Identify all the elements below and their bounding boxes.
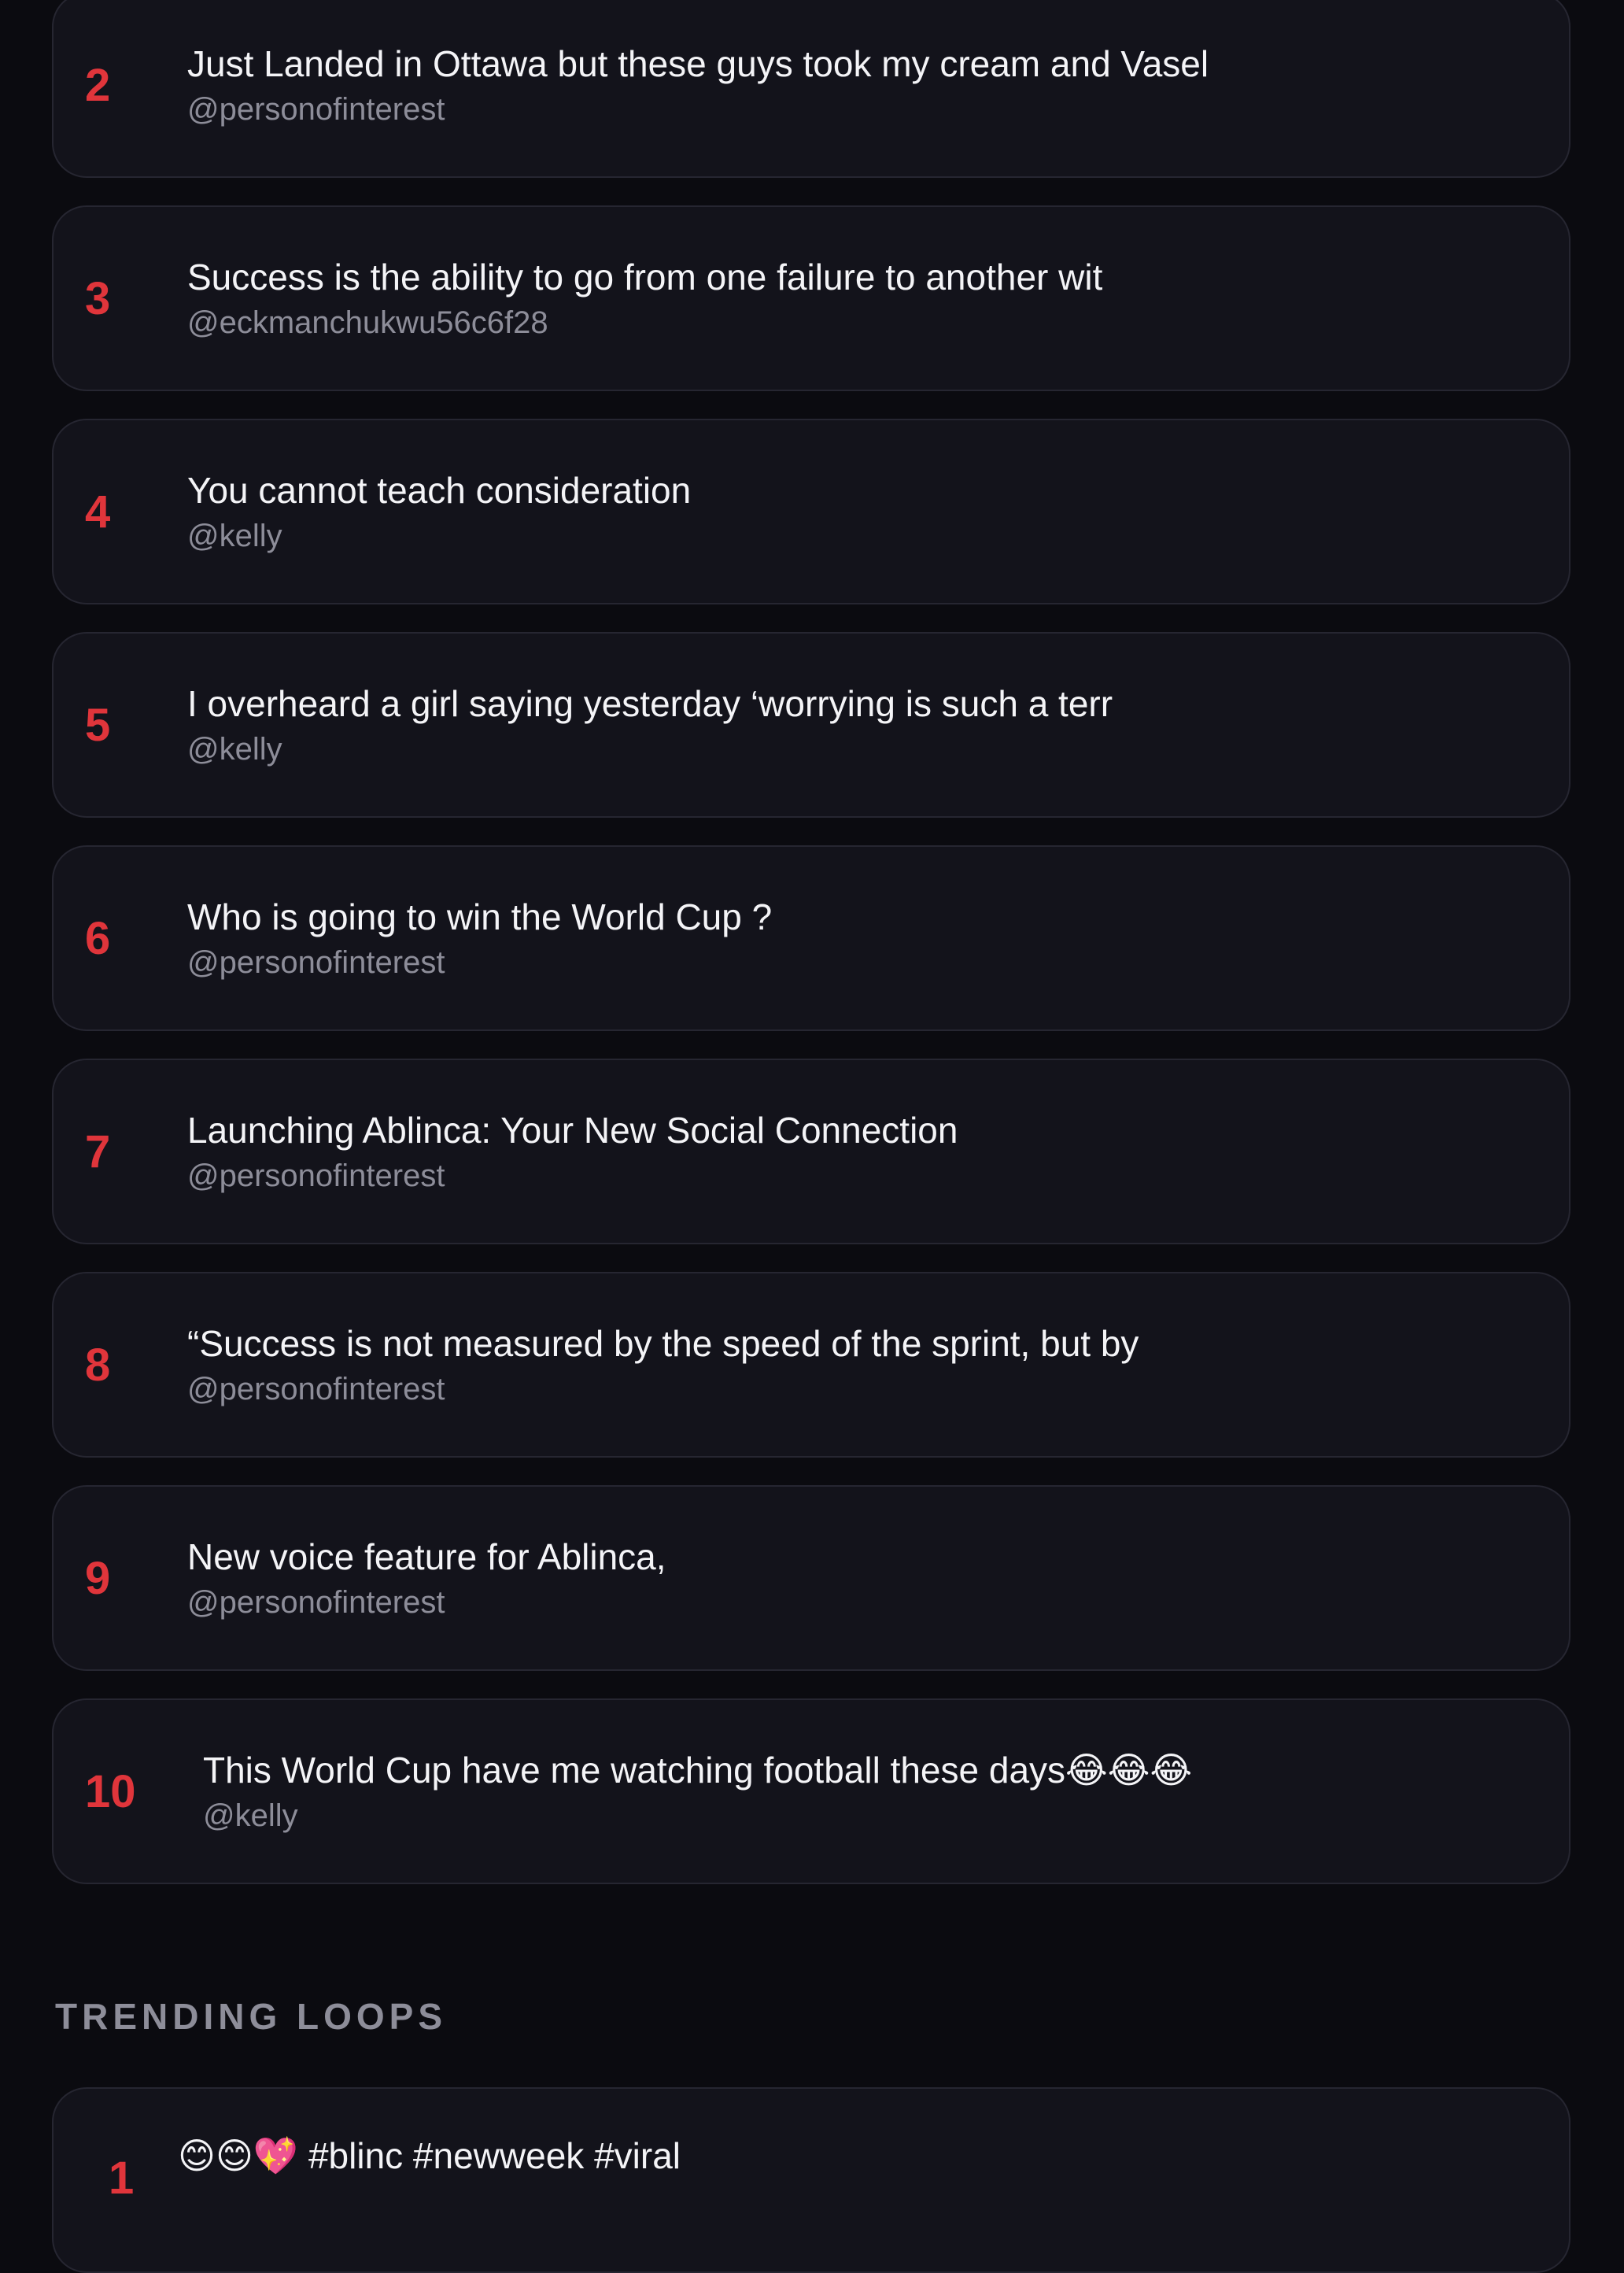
post-body: “Success is not measured by the speed of… bbox=[187, 1319, 1139, 1410]
post-body: Just Landed in Ottawa but these guys too… bbox=[187, 39, 1209, 131]
post-handle[interactable]: @personofinterest bbox=[187, 1155, 958, 1197]
rank-number: 7 bbox=[85, 1125, 111, 1177]
rank-number: 9 bbox=[85, 1552, 111, 1604]
post-card[interactable]: 2 Just Landed in Ottawa but these guys t… bbox=[52, 0, 1570, 178]
post-body: Launching Ablinca: Your New Social Conne… bbox=[187, 1106, 958, 1197]
post-card[interactable]: 9 New voice feature for Ablinca, @person… bbox=[52, 1485, 1570, 1671]
post-handle[interactable]: @personofinterest bbox=[187, 1368, 1139, 1410]
post-card[interactable]: 8 “Success is not measured by the speed … bbox=[52, 1272, 1570, 1458]
post-title: You cannot teach consideration bbox=[187, 470, 692, 511]
rank-number: 5 bbox=[85, 699, 111, 751]
post-title: This World Cup have me watching football… bbox=[203, 1750, 1193, 1791]
post-card[interactable]: 5 I overheard a girl saying yesterday ‘w… bbox=[52, 632, 1570, 818]
post-body: I overheard a girl saying yesterday ‘wor… bbox=[187, 679, 1113, 771]
post-handle[interactable]: @kelly bbox=[203, 1794, 1192, 1837]
post-handle[interactable]: @personofinterest bbox=[187, 941, 772, 984]
post-handle[interactable]: @personofinterest bbox=[187, 88, 1209, 131]
loop-text: 😊😊💖 #blinc #newweek #viral bbox=[178, 2135, 681, 2176]
post-handle[interactable]: @eckmanchukwu56c6f28 bbox=[187, 301, 1102, 344]
post-body: Who is going to win the World Cup ? @per… bbox=[187, 893, 772, 984]
loop-card[interactable]: 1 😊😊💖 #blinc #newweek #viral bbox=[52, 2087, 1570, 2273]
post-handle[interactable]: @kelly bbox=[187, 515, 691, 557]
rank-number: 8 bbox=[85, 1339, 111, 1391]
post-card[interactable]: 3 Success is the ability to go from one … bbox=[52, 205, 1570, 391]
post-body: New voice feature for Ablinca, @personof… bbox=[187, 1532, 666, 1624]
rank-number: 3 bbox=[85, 272, 111, 324]
post-title: Success is the ability to go from one fa… bbox=[187, 257, 1103, 298]
section-title-trending-loops: TRENDING LOOPS bbox=[55, 1996, 448, 2037]
post-card[interactable]: 6 Who is going to win the World Cup ? @p… bbox=[52, 845, 1570, 1031]
post-title: Launching Ablinca: Your New Social Conne… bbox=[187, 1110, 958, 1151]
post-title: “Success is not measured by the speed of… bbox=[187, 1323, 1139, 1364]
post-card[interactable]: 4 You cannot teach consideration @kelly bbox=[52, 419, 1570, 604]
trending-posts-list: 2 Just Landed in Ottawa but these guys t… bbox=[52, 0, 1570, 1912]
post-card[interactable]: 7 Launching Ablinca: Your New Social Con… bbox=[52, 1059, 1570, 1244]
rank-number: 4 bbox=[85, 486, 111, 538]
post-title: New voice feature for Ablinca, bbox=[187, 1536, 666, 1577]
post-body: You cannot teach consideration @kelly bbox=[187, 466, 691, 557]
post-handle[interactable]: @personofinterest bbox=[187, 1581, 666, 1624]
post-body: This World Cup have me watching football… bbox=[203, 1746, 1192, 1837]
rank-number: 2 bbox=[85, 59, 111, 111]
rank-number: 10 bbox=[85, 1765, 136, 1817]
post-body: Success is the ability to go from one fa… bbox=[187, 253, 1102, 344]
rank-number: 1 bbox=[109, 2153, 135, 2204]
rank-number: 6 bbox=[85, 912, 111, 964]
post-title: Just Landed in Ottawa but these guys too… bbox=[187, 43, 1209, 84]
post-title: Who is going to win the World Cup ? bbox=[187, 896, 773, 937]
post-handle[interactable]: @kelly bbox=[187, 728, 1113, 771]
post-card[interactable]: 10 This World Cup have me watching footb… bbox=[52, 1698, 1570, 1884]
post-title: I overheard a girl saying yesterday ‘wor… bbox=[187, 683, 1113, 724]
